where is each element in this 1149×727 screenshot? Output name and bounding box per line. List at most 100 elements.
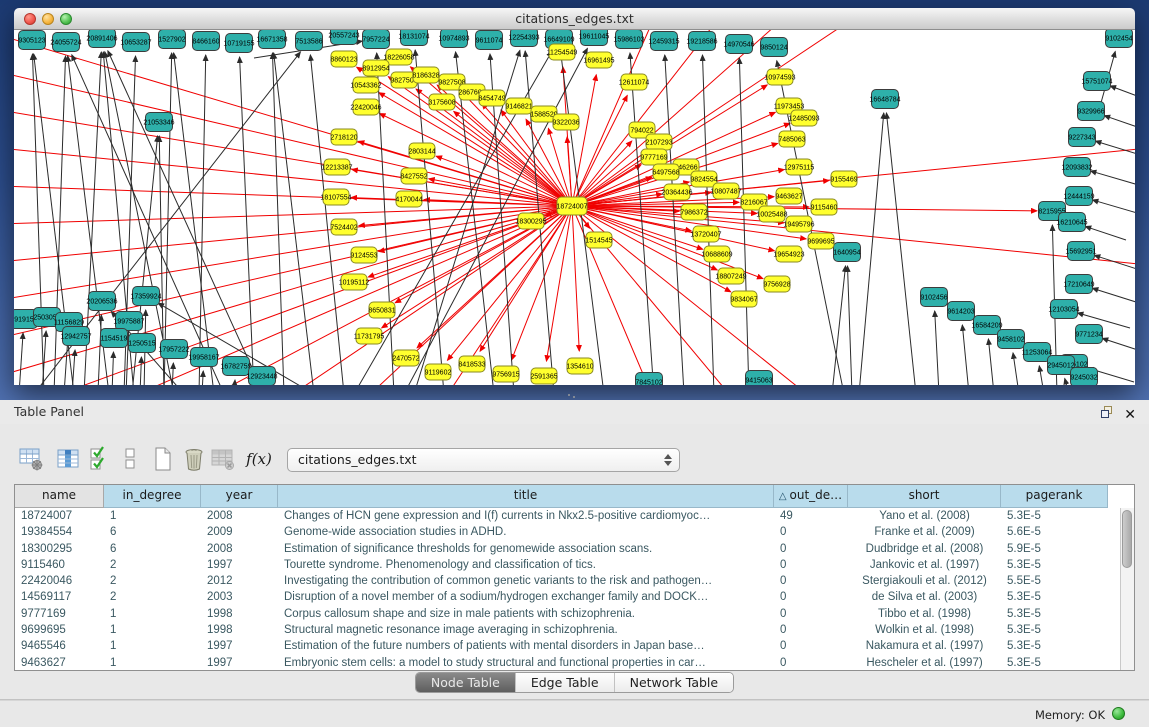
column-header-year[interactable]: year	[201, 485, 278, 508]
network-node-teal[interactable]: 12459315	[648, 32, 679, 51]
network-edge[interactable]	[1065, 378, 1069, 385]
table-cell[interactable]: 2003	[201, 589, 278, 605]
table-cell[interactable]: 9463627	[15, 655, 104, 671]
network-node-yellow[interactable]: 2718120	[330, 129, 357, 145]
table-cell[interactable]: 5.5E-5	[1001, 573, 1108, 589]
network-node-teal[interactable]: 1640954	[833, 243, 860, 262]
network-edge[interactable]	[44, 206, 572, 385]
network-node-teal[interactable]: 9329966	[1077, 102, 1104, 121]
network-node-yellow[interactable]: 2107293	[645, 134, 672, 150]
network-node-teal[interactable]: 20891406	[86, 30, 117, 48]
network-node-teal[interactable]: 15986103	[613, 30, 644, 49]
network-edge[interactable]	[1102, 338, 1135, 352]
network-edge[interactable]	[1039, 366, 1044, 385]
network-node-teal[interactable]: 9850124	[760, 38, 787, 57]
network-node-teal[interactable]: 9102456	[920, 288, 947, 307]
network-node-teal[interactable]: 16648784	[869, 90, 900, 109]
table-cell[interactable]: 9699695	[15, 622, 104, 638]
network-node-yellow[interactable]: 9463627	[775, 188, 802, 204]
network-node-yellow[interactable]: 9777169	[640, 149, 667, 165]
network-node-teal[interactable]: 12942757	[60, 327, 91, 346]
table-cell[interactable]: 0	[774, 541, 848, 557]
network-node-teal[interactable]: 10974893	[438, 30, 469, 48]
minimize-window-button[interactable]	[42, 13, 54, 25]
close-window-button[interactable]	[24, 13, 36, 25]
close-panel-icon[interactable]: ✕	[1124, 403, 1136, 427]
table-cell[interactable]: 9115460	[15, 557, 104, 573]
network-edge[interactable]	[859, 113, 884, 385]
network-edge[interactable]	[358, 141, 572, 206]
table-cell[interactable]: 1	[104, 508, 201, 524]
network-edge[interactable]	[739, 58, 749, 385]
network-node-yellow[interactable]: 10688609	[701, 246, 732, 262]
table-cell[interactable]: 0	[774, 655, 848, 671]
table-cell[interactable]: 2	[104, 589, 201, 605]
network-edge[interactable]	[1085, 226, 1126, 240]
network-node-yellow[interactable]: 16961495	[583, 52, 614, 68]
table-cell[interactable]: 2009	[201, 524, 278, 540]
network-node-yellow[interactable]: 10195112	[339, 274, 370, 290]
network-edge[interactable]	[240, 57, 254, 385]
column-header-out_de[interactable]: △out_de…	[774, 485, 848, 508]
network-node-teal[interactable]: 17359924	[130, 287, 161, 306]
tab-network-table[interactable]: Network Table	[614, 673, 734, 692]
network-node-yellow[interactable]: 18807249	[715, 268, 746, 284]
network-node-teal[interactable]: 9102454	[1105, 30, 1132, 48]
table-row[interactable]: 977716911998Corpus callosum shape and si…	[15, 606, 1134, 622]
table-cell[interactable]: 0	[774, 606, 848, 622]
network-node-teal[interactable]: 16210645	[1056, 213, 1087, 232]
table-cell[interactable]: 5.3E-5	[1001, 622, 1108, 638]
table-cell[interactable]: Changes of HCN gene expression and I(f) …	[278, 508, 774, 524]
table-cell[interactable]: 14569117	[15, 589, 104, 605]
table-cell[interactable]: 0	[774, 573, 848, 589]
column-header-pagerank[interactable]: pagerank	[1001, 485, 1108, 508]
table-cell[interactable]: Tourette syndrome. Phenomenology and cla…	[278, 557, 774, 573]
network-node-yellow[interactable]: 9124553	[350, 247, 377, 263]
table-cell[interactable]: 0	[774, 524, 848, 540]
network-node-yellow[interactable]: 9699695	[807, 233, 834, 249]
network-node-teal[interactable]: 8466160	[192, 32, 219, 51]
network-node-yellow[interactable]: 2470572	[392, 350, 419, 366]
table-cell[interactable]: Disruption of a novel member of a sodium…	[278, 589, 774, 605]
network-node-teal[interactable]: 18131074	[398, 30, 429, 46]
table-row[interactable]: 1456911722003Disruption of a novel membe…	[15, 589, 1134, 605]
table-cell[interactable]: Estimation of significance thresholds fo…	[278, 541, 774, 557]
table-cell[interactable]: 18724007	[15, 508, 104, 524]
network-node-teal[interactable]: 1250515	[128, 334, 155, 353]
network-node-teal[interactable]: 15751074	[1081, 72, 1112, 91]
table-cell[interactable]: Estimation of the future numbers of pati…	[278, 638, 774, 654]
table-cell[interactable]: Tibbo et al. (1998)	[848, 606, 1001, 622]
network-node-yellow[interactable]: 4170044	[395, 191, 422, 207]
network-edge[interactable]	[1013, 353, 1019, 385]
network-edge[interactable]	[352, 169, 572, 206]
network-node-teal[interactable]: 12444159	[1063, 187, 1094, 206]
table-cell[interactable]: 2012	[201, 573, 278, 589]
select-all-button[interactable]	[88, 444, 112, 474]
network-node-teal[interactable]: 17957222	[158, 340, 189, 359]
table-row[interactable]: 946362711997Embryonic stem cells: a mode…	[15, 655, 1134, 671]
network-node-yellow[interactable]: 3175608	[428, 94, 455, 110]
network-node-yellow[interactable]: 12975115	[784, 159, 815, 175]
network-node-teal[interactable]: 10719155	[223, 34, 254, 53]
network-node-yellow[interactable]: 1354610	[566, 358, 593, 374]
table-cell[interactable]: Investigating the contribution of common…	[278, 573, 774, 589]
network-edge[interactable]	[410, 67, 572, 206]
table-cell[interactable]: 2	[104, 573, 201, 589]
network-node-teal[interactable]: 14970546	[723, 35, 754, 54]
network-node-yellow[interactable]: 20364436	[661, 184, 692, 200]
network-node-teal[interactable]: 1154519	[101, 329, 128, 348]
network-node-yellow[interactable]: 9115460	[811, 199, 838, 215]
table-cell[interactable]: 5.3E-5	[1001, 589, 1108, 605]
column-header-title[interactable]: title	[278, 485, 774, 508]
table-cell[interactable]: Genome-wide association studies in ADHD.	[278, 524, 774, 540]
table-cell[interactable]: Stergiakouli et al. (2012)	[848, 573, 1001, 589]
network-edge[interactable]	[436, 156, 572, 206]
network-node-teal[interactable]: 9415063	[745, 371, 772, 386]
network-edge[interactable]	[1090, 171, 1135, 186]
table-cell[interactable]: 6	[104, 541, 201, 557]
network-node-teal[interactable]: 24055724	[50, 33, 81, 52]
network-node-yellow[interactable]: 11731795	[354, 328, 385, 344]
table-cell[interactable]: 5.6E-5	[1001, 524, 1108, 540]
network-node-teal[interactable]: 15692951	[1065, 242, 1096, 261]
network-edge[interactable]	[202, 371, 203, 385]
